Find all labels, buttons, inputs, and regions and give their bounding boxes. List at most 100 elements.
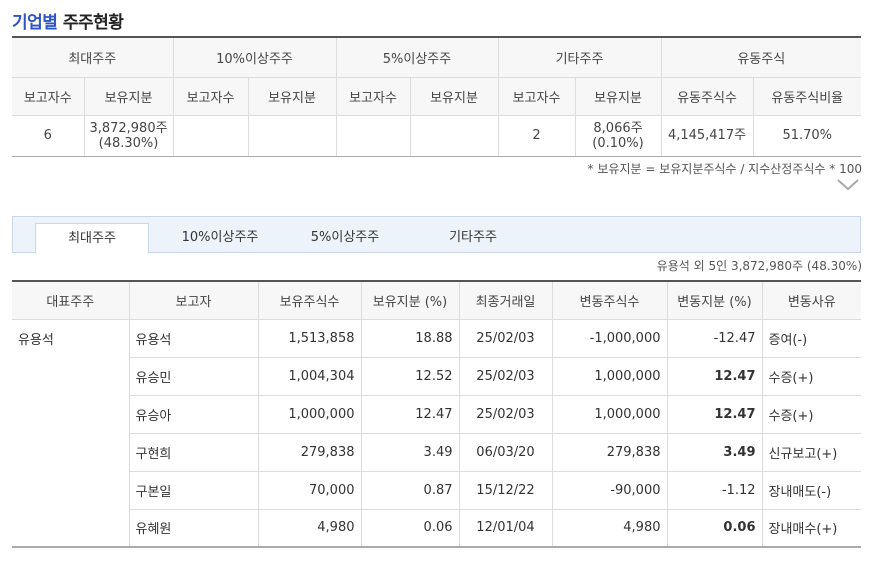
max-reporter-count: 6	[12, 115, 85, 157]
table-row: 구현희 279,838 3.49 06/03/20 279,838 3.49 신…	[12, 433, 861, 472]
summary-group-max: 최대주주	[12, 37, 174, 78]
shares: 1,513,858	[258, 319, 362, 358]
table-row: 유용석 유용석 1,513,858 18.88 25/02/03 -1,000,…	[12, 319, 861, 358]
rep-shareholder	[12, 357, 130, 395]
summary-subheader: 보고자수	[12, 77, 85, 116]
col-header-rep: 대표주주	[12, 281, 130, 320]
summary-group-header: 최대주주 10%이상주주 5%이상주주 기타주주 유동주식	[12, 37, 861, 78]
change-reason: 수증(+)	[762, 395, 861, 434]
change-reason: 장내매수(+)	[762, 509, 861, 548]
page-title: 기업별 주주현황	[12, 8, 124, 33]
rep-shareholder	[12, 395, 130, 433]
summary-group-other: 기타주주	[498, 37, 662, 78]
reporter: 유혜원	[129, 509, 259, 548]
table-row: 유혜원 4,980 0.06 12/01/04 4,980 0.06 장내매수(…	[12, 509, 861, 548]
other-share-amount: 8,066주	[593, 120, 643, 136]
last-trade-date: 15/12/22	[459, 471, 553, 510]
table-row: 유승민 1,004,304 12.52 25/02/03 1,000,000 1…	[12, 357, 861, 396]
change-reason: 수증(+)	[762, 357, 861, 396]
share-pct: 3.49	[361, 433, 460, 472]
summary-group-5pct: 5%이상주주	[336, 37, 499, 78]
change-pct: 12.47	[667, 395, 763, 434]
tab-10pct-shareholder[interactable]: 10%이상주주	[161, 223, 279, 253]
share-pct: 18.88	[361, 319, 460, 358]
last-trade-date: 25/02/03	[459, 395, 553, 434]
table-header-row: 대표주주 보고자 보유주식수 보유지분 (%) 최종거래일 변동주식수 변동지분…	[12, 281, 861, 320]
max-shareholder-table: 대표주주 보고자 보유주식수 보유지분 (%) 최종거래일 변동주식수 변동지분…	[12, 280, 861, 548]
col-header-chg-pct: 변동지분 (%)	[667, 281, 763, 320]
summary-subheader: 보고자수	[498, 77, 576, 116]
shares: 70,000	[258, 471, 362, 510]
share-pct: 0.87	[361, 471, 460, 510]
rep-shareholder	[12, 509, 130, 548]
rep-shareholder: 유용석	[12, 319, 130, 357]
col-header-date: 최종거래일	[459, 281, 553, 320]
change-shares: -90,000	[552, 471, 668, 510]
summary-subheader: 보유지분	[410, 77, 499, 116]
summary-group-10pct: 10%이상주주	[173, 37, 337, 78]
change-shares: 1,000,000	[552, 395, 668, 434]
table-row: 구본일 70,000 0.87 15/12/22 -90,000 -1.12 장…	[12, 471, 861, 510]
share-pct: 12.47	[361, 395, 460, 434]
five-share	[410, 115, 499, 157]
change-shares: 279,838	[552, 433, 668, 472]
summary-data-row: 6 3,872,980주 (48.30%) 2 8,066주 (0.10%) 4…	[12, 115, 861, 157]
max-share-cell: 3,872,980주 (48.30%)	[84, 115, 174, 157]
other-share-cell: 8,066주 (0.10%)	[575, 115, 662, 157]
reporter: 유승아	[129, 395, 259, 434]
float-ratio: 51.70%	[753, 115, 861, 157]
other-reporter-count: 2	[498, 115, 576, 157]
change-pct: 3.49	[667, 433, 763, 472]
max-shareholder-summary: 유용석 외 5인 3,872,980주 (48.30%)	[656, 259, 862, 273]
ten-share	[248, 115, 337, 157]
share-formula-note: * 보유지분 = 보유지분주식수 / 지수산정주식수 * 100	[587, 162, 862, 176]
change-shares: -1,000,000	[552, 319, 668, 358]
shares: 1,000,000	[258, 395, 362, 434]
summary-subheader: 유동주식비율	[753, 77, 861, 116]
last-trade-date: 12/01/04	[459, 509, 553, 548]
col-header-reporter: 보고자	[129, 281, 259, 320]
shareholder-tabs: 최대주주 10%이상주주 5%이상주주 기타주주	[12, 216, 861, 254]
change-pct: 12.47	[667, 357, 763, 396]
ten-reporter-count	[173, 115, 249, 157]
shares: 1,004,304	[258, 357, 362, 396]
chevron-down-icon[interactable]	[836, 178, 860, 192]
summary-table: 최대주주 10%이상주주 5%이상주주 기타주주 유동주식 보고자수 보유지분 …	[12, 36, 861, 157]
other-share-percent: (0.10%)	[592, 135, 644, 151]
col-header-chg: 변동주식수	[552, 281, 668, 320]
last-trade-date: 06/03/20	[459, 433, 553, 472]
last-trade-date: 25/02/03	[459, 357, 553, 396]
change-reason: 장내매도(-)	[762, 471, 861, 510]
change-pct: -12.47	[667, 319, 763, 358]
reporter: 유용석	[129, 319, 259, 358]
page-title-prefix: 기업별	[12, 13, 58, 33]
change-shares: 4,980	[552, 509, 668, 548]
rep-shareholder	[12, 471, 130, 509]
summary-subheader: 보고자수	[336, 77, 411, 116]
share-pct: 12.52	[361, 357, 460, 396]
summary-subheader: 보고자수	[173, 77, 249, 116]
change-reason: 증여(-)	[762, 319, 861, 358]
page-title-main: 주주현황	[62, 13, 124, 33]
tab-max-shareholder[interactable]: 최대주주	[35, 223, 149, 254]
col-header-reason: 변동사유	[762, 281, 861, 320]
tab-other-shareholder[interactable]: 기타주주	[421, 223, 525, 253]
rep-shareholder	[12, 433, 130, 471]
last-trade-date: 25/02/03	[459, 319, 553, 358]
tab-5pct-shareholder[interactable]: 5%이상주주	[289, 223, 401, 253]
change-pct: 0.06	[667, 509, 763, 548]
max-share-percent: (48.30%)	[98, 135, 159, 151]
share-pct: 0.06	[361, 509, 460, 548]
col-header-shares: 보유주식수	[258, 281, 362, 320]
summary-group-float: 유동주식	[661, 37, 861, 78]
reporter: 구본일	[129, 471, 259, 510]
five-reporter-count	[336, 115, 411, 157]
summary-subheader: 유동주식수	[661, 77, 754, 116]
max-share-amount: 3,872,980주	[89, 120, 168, 136]
summary-subheader: 보유지분	[248, 77, 337, 116]
summary-subheader: 보유지분	[575, 77, 662, 116]
col-header-pct: 보유지분 (%)	[361, 281, 460, 320]
float-shares: 4,145,417주	[661, 115, 754, 157]
shares: 279,838	[258, 433, 362, 472]
change-reason: 신규보고(+)	[762, 433, 861, 472]
